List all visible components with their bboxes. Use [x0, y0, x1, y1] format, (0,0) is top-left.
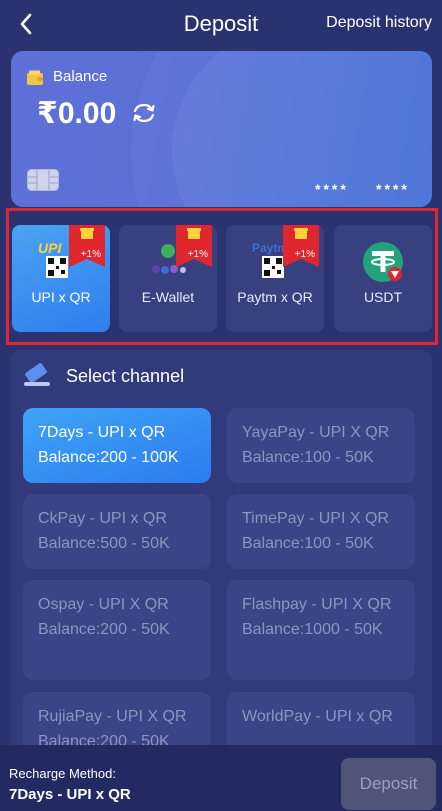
channel-balance: Balance:200 - 100K: [38, 449, 179, 466]
channel-name: WorldPay - UPI x QR: [242, 708, 393, 725]
top-bar: Deposit Deposit history: [0, 0, 442, 48]
balance-amount: ₹0.00: [37, 97, 117, 130]
channel-card-ckpay[interactable]: CkPay - UPI x QR Balance:500 - 50K: [23, 494, 211, 569]
channel-balance: Balance:100 - 50K: [242, 449, 374, 466]
back-button[interactable]: [12, 10, 40, 38]
card-chip-icon: [27, 169, 59, 191]
channel-balance: Balance:500 - 50K: [38, 535, 170, 552]
channel-name: 7Days - UPI x QR: [38, 424, 166, 441]
promo-badge-icon: [176, 225, 212, 267]
channel-name: CkPay - UPI x QR: [38, 510, 167, 527]
channel-card-flashpay[interactable]: Flashpay - UPI X QR Balance:1000 - 50K: [227, 580, 415, 680]
svg-text:UPI: UPI: [38, 240, 62, 256]
payment-method-label: E-Wallet: [141, 289, 195, 305]
promo-badge-label: +1%: [187, 249, 208, 260]
channel-card-timepay[interactable]: TimePay - UPI X QR Balance:100 - 50K: [227, 494, 415, 569]
channel-card-ospay[interactable]: Ospay - UPI X QR Balance:200 - 50K: [23, 580, 211, 680]
payment-method-upi-qr[interactable]: UPI +1% UPI x QR: [12, 225, 110, 332]
channel-card-7days[interactable]: 7Days - UPI x QR Balance:200 - 100K: [23, 408, 211, 483]
channel-name: RujiaPay - UPI X QR: [38, 708, 187, 725]
promo-badge-icon: [283, 225, 319, 267]
deposit-button[interactable]: Deposit: [341, 758, 436, 810]
payment-method-e-wallet[interactable]: +1% E-Wallet: [119, 225, 217, 332]
chevron-left-icon: [20, 13, 32, 35]
channel-balance: Balance:1000 - 50K: [242, 621, 383, 638]
promo-badge-label: +1%: [294, 249, 315, 260]
payment-method-usdt[interactable]: USDT: [334, 225, 432, 332]
card-number-mask: ****: [376, 181, 410, 197]
refresh-icon[interactable]: [131, 102, 157, 124]
payment-method-label: Paytm x QR: [237, 289, 313, 305]
promo-badge-label: +1%: [80, 249, 101, 260]
credit-card-icon: [24, 363, 50, 386]
promo-badge-icon: [69, 225, 105, 267]
select-channel-title: Select channel: [66, 366, 185, 386]
channel-card-yayapay[interactable]: YayaPay - UPI X QR Balance:100 - 50K: [227, 408, 415, 483]
recharge-method-caption: Recharge Method:: [9, 766, 116, 781]
card-number-mask: ****: [315, 181, 349, 197]
channel-name: YayaPay - UPI X QR: [242, 424, 390, 441]
channel-name: Ospay - UPI X QR: [38, 596, 169, 613]
recharge-method-value: 7Days - UPI x QR: [9, 786, 131, 803]
channel-balance: Balance:200 - 50K: [38, 621, 170, 638]
payment-method-paytm-qr[interactable]: Paytm +1% Paytm x QR: [226, 225, 324, 332]
balance-card: Balance ₹0.00 **** ****: [11, 51, 432, 207]
channel-balance: Balance:100 - 50K: [242, 535, 374, 552]
payment-method-label: UPI x QR: [31, 289, 91, 305]
deposit-history-link[interactable]: Deposit history: [326, 14, 432, 32]
channel-name: Flashpay - UPI X QR: [242, 596, 392, 613]
tether-logo: [363, 242, 403, 282]
wallet-icon: [27, 70, 43, 85]
channel-name: TimePay - UPI X QR: [242, 510, 389, 527]
page-title: Deposit: [183, 11, 259, 36]
balance-label: Balance: [53, 68, 108, 85]
payment-method-label: USDT: [363, 289, 403, 305]
